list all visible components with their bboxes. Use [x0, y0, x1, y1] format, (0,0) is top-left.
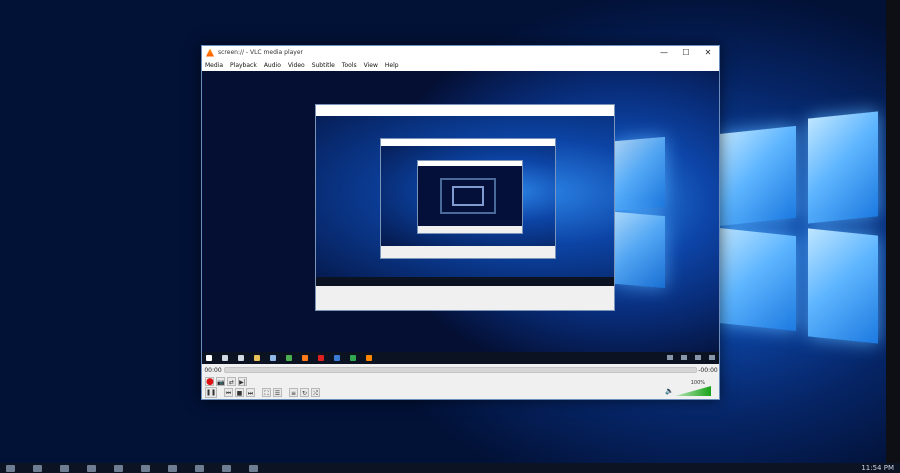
inner-logo-pane-b: [615, 136, 665, 212]
fullscreen-button[interactable]: ⛶: [262, 388, 271, 397]
vlc-taskbar-icon[interactable]: [249, 465, 258, 472]
nested-title-bar-2: [381, 139, 555, 146]
video-area[interactable]: [202, 71, 719, 364]
window-title: screen:// - VLC media player: [218, 49, 303, 56]
next-button[interactable]: ⏭: [246, 388, 255, 397]
menu-bar: Media Playback Audio Video Subtitle Tool…: [202, 59, 719, 71]
loop-button[interactable]: ↻: [300, 388, 309, 397]
menu-audio[interactable]: Audio: [264, 62, 281, 69]
extended-settings-button[interactable]: ☰: [273, 388, 282, 397]
snapshot-button[interactable]: 📷: [216, 377, 225, 386]
shuffle-button[interactable]: ⤮: [311, 388, 320, 397]
desktop-taskbar: 11:54 PM: [0, 463, 900, 473]
title-bar: screen:// - VLC media player — ☐ ✕: [202, 46, 719, 59]
inner-network-icon: [681, 355, 687, 360]
nested-video-3: [418, 166, 522, 226]
stop-button[interactable]: ■: [235, 388, 244, 397]
menu-subtitle[interactable]: Subtitle: [312, 62, 335, 69]
inner-start-icon: [206, 355, 212, 361]
task-view-icon[interactable]: [60, 465, 69, 472]
inner-clock: [709, 355, 715, 360]
inner-volume-icon: [695, 355, 701, 360]
close-button[interactable]: ✕: [697, 46, 719, 59]
vlc-window: screen:// - VLC media player — ☐ ✕ Media…: [201, 45, 720, 400]
inner-logo-pane-d: [615, 211, 665, 289]
vlc-cone-icon: [206, 48, 214, 57]
nested-title-bar: [316, 105, 614, 116]
seek-row: 00:00 -00:00: [202, 364, 719, 376]
maximize-button[interactable]: ☐: [675, 46, 697, 59]
search-icon[interactable]: [33, 465, 42, 472]
inner-taskbar: [202, 352, 719, 364]
volume-control[interactable]: 100% 🔈: [665, 380, 713, 397]
elapsed-time: 00:00: [204, 366, 222, 374]
inner-green-icon: [350, 355, 356, 361]
inner-taskview-icon: [238, 355, 244, 361]
playback-controls: ❚❚ ⏮ ■ ⏭ ⛶ ☰ ≡ ↻ ⤮: [202, 386, 719, 399]
window-controls: — ☐ ✕: [653, 46, 719, 59]
file-explorer-icon[interactable]: [87, 465, 96, 472]
volume-slider[interactable]: [675, 386, 711, 396]
windows-logo-pane-tr: [808, 111, 878, 224]
windows-logo-pane-tl: [718, 125, 796, 227]
seek-bar[interactable]: [224, 367, 697, 373]
inner-vlc-icon: [366, 355, 372, 361]
playlist-button[interactable]: ≡: [289, 388, 298, 397]
inner-tray-icon: [667, 355, 673, 360]
volume-percent: 100%: [690, 380, 705, 386]
nested-vlc-window-2: [380, 138, 556, 259]
inner-taskbar-icons: [206, 355, 372, 361]
start-icon[interactable]: [6, 465, 15, 472]
record-button[interactable]: ●: [205, 377, 214, 387]
nested-controls-3: [418, 226, 522, 233]
taskbar-icons: [6, 465, 258, 472]
recursive-frame-inner: [452, 186, 484, 206]
taskbar-clock[interactable]: 11:54 PM: [861, 464, 894, 472]
menu-tools[interactable]: Tools: [342, 62, 357, 69]
inner-firefox-icon: [302, 355, 308, 361]
pause-button[interactable]: ❚❚: [205, 387, 217, 398]
windows-logo-pane-bl: [718, 227, 796, 332]
speaker-icon[interactable]: 🔈: [665, 387, 674, 395]
menu-view[interactable]: View: [364, 62, 378, 69]
firefox-icon[interactable]: [168, 465, 177, 472]
nested-taskbar: [316, 277, 614, 286]
opera-icon[interactable]: [195, 465, 204, 472]
remaining-time: -00:00: [698, 366, 718, 374]
inner-system-tray: [667, 355, 715, 360]
previous-button[interactable]: ⏮: [224, 388, 233, 397]
nested-controls-2: [381, 246, 555, 258]
frame-step-button[interactable]: ▶|: [238, 377, 247, 386]
nested-video-2: [381, 146, 555, 246]
app-icon[interactable]: [222, 465, 231, 472]
nested-controls: [316, 286, 614, 310]
store-icon[interactable]: [114, 465, 123, 472]
inner-search-icon: [222, 355, 228, 361]
windows-logo-pane-br: [808, 228, 878, 344]
menu-media[interactable]: Media: [205, 62, 223, 69]
inner-opera-icon: [318, 355, 324, 361]
nested-vlc-window-3: [417, 160, 523, 234]
monitor-bezel: [886, 0, 900, 473]
chrome-icon[interactable]: [141, 465, 150, 472]
menu-playback[interactable]: Playback: [230, 62, 257, 69]
minimize-button[interactable]: —: [653, 46, 675, 59]
inner-chrome-icon: [286, 355, 292, 361]
inner-app-icon: [334, 355, 340, 361]
inner-store-icon: [270, 355, 276, 361]
menu-video[interactable]: Video: [288, 62, 305, 69]
nested-video: [316, 116, 614, 286]
nested-vlc-window: [315, 104, 615, 311]
loop-ab-button[interactable]: ⇄: [227, 377, 236, 386]
menu-help[interactable]: Help: [385, 62, 399, 69]
inner-explorer-icon: [254, 355, 260, 361]
